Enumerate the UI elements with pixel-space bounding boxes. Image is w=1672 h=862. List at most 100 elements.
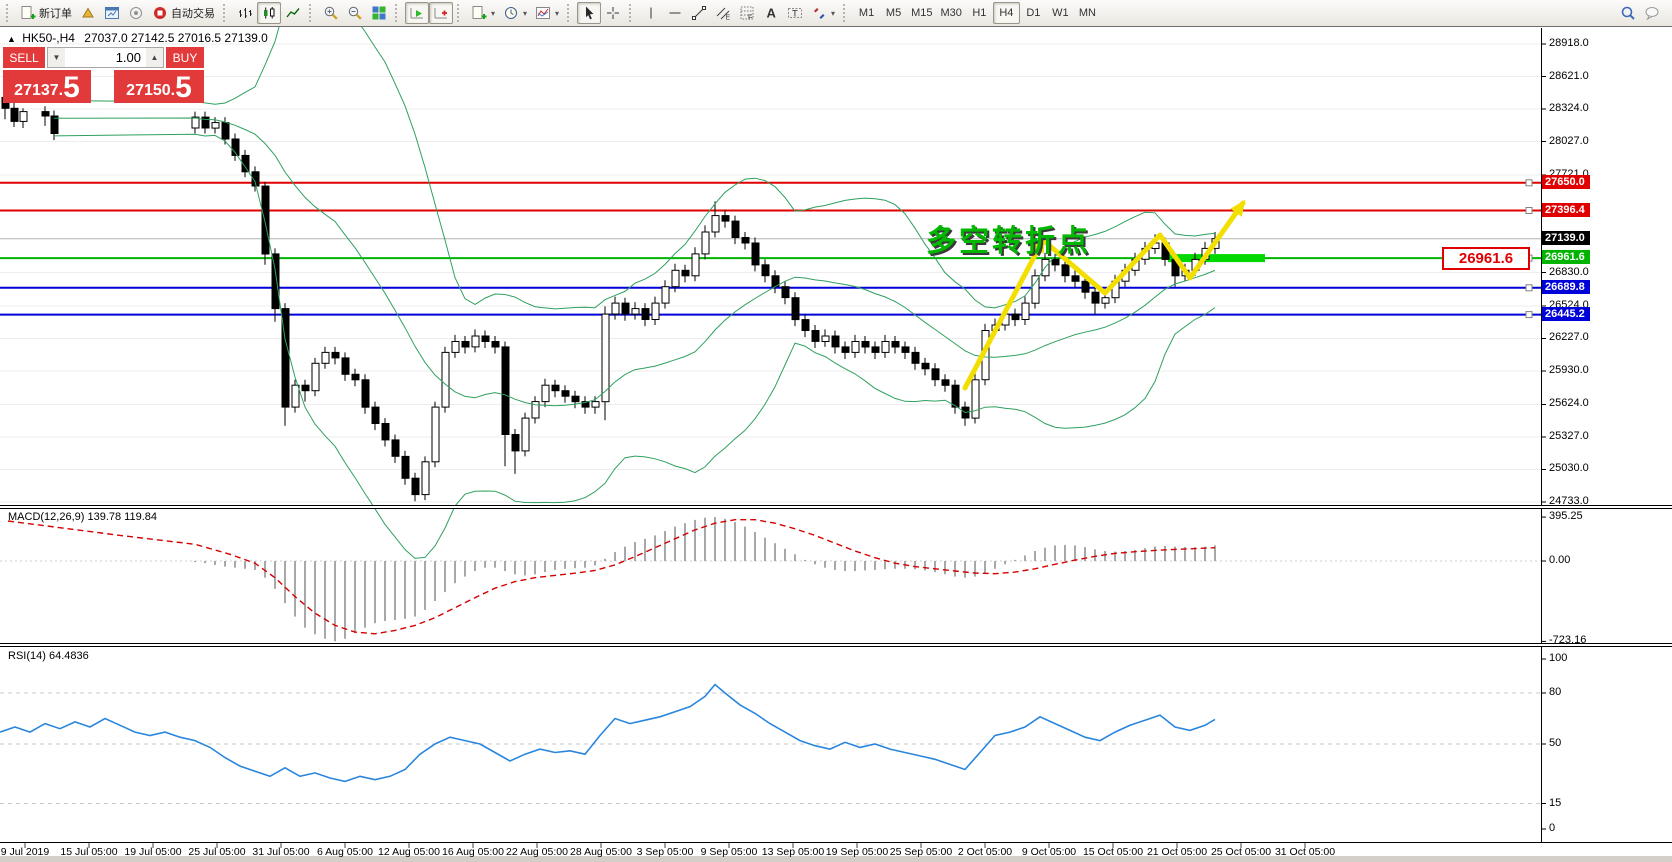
price-tick-label: 25624.0 — [1549, 397, 1589, 410]
mt4-window: 新订单 自动交易 ▾ ▾ ▾ E F A T ▾ M1 M5 M15 M30 H… — [0, 0, 1672, 862]
zoom-in-button[interactable] — [319, 2, 343, 24]
toolbar-grip[interactable] — [629, 4, 635, 22]
bar-chart-button[interactable] — [233, 2, 257, 24]
volume-stepper: ▼ ▲ — [47, 47, 164, 68]
buy-button[interactable]: BUY — [166, 47, 204, 68]
macd-indicator-label: MACD(12,26,9) 139.78 119.84 — [8, 511, 157, 523]
sell-price-panel[interactable]: 27137 . 5 — [3, 70, 91, 103]
macd-panel-divider[interactable] — [0, 505, 1672, 509]
toolbar-grip[interactable] — [567, 4, 573, 22]
chart-shift-button[interactable] — [429, 2, 453, 24]
sell-price: 27137 — [14, 82, 59, 99]
candlestick-icon — [264, 7, 275, 19]
auto-scroll-button[interactable] — [405, 2, 429, 24]
timeframe-m15-button[interactable]: M15 — [907, 2, 936, 24]
crosshair-button[interactable] — [601, 2, 625, 24]
market-watch-icon — [105, 7, 119, 19]
timeframe-d1-button[interactable]: D1 — [1020, 2, 1047, 24]
horizontal-line-button[interactable] — [663, 2, 687, 24]
cursor-button[interactable] — [577, 2, 602, 24]
search-button[interactable] — [1616, 2, 1640, 24]
price-callout-box[interactable]: 26961.6 — [1442, 247, 1530, 270]
svg-text:T: T — [792, 9, 798, 20]
timeframe-h4-button[interactable]: H4 — [992, 2, 1020, 24]
chevron-down-icon: ▾ — [555, 8, 560, 18]
volume-decrease-button[interactable]: ▼ — [48, 48, 65, 67]
arrows-icon — [814, 8, 825, 19]
text-button[interactable]: A — [759, 2, 783, 24]
symbol-period-label: HK50-,H4 — [22, 31, 75, 45]
chat-button[interactable] — [1640, 2, 1664, 24]
templates-button[interactable]: ▾ — [531, 2, 563, 24]
price-badge: 26961.6 — [1542, 250, 1590, 265]
timeframe-m1-button[interactable]: M1 — [853, 2, 880, 24]
fibonacci-button[interactable]: F — [735, 2, 759, 24]
rsi-scale-label: 15 — [1549, 796, 1562, 809]
time-axis-label: 31 Oct 05:00 — [1274, 846, 1336, 858]
volume-increase-button[interactable]: ▲ — [146, 48, 163, 67]
price-tick-label: 24733.0 — [1549, 494, 1589, 507]
text-label-button[interactable]: T — [783, 2, 807, 24]
buy-price-pips: 5 — [175, 71, 192, 104]
rsi-scale-label: 0 — [1549, 822, 1556, 834]
toolbar-grip[interactable] — [6, 4, 12, 22]
collapse-panel-icon[interactable]: ▲ — [7, 34, 16, 44]
trendline-button[interactable] — [687, 2, 711, 24]
price-badge: 27650.0 — [1542, 174, 1590, 189]
crosshair-icon — [607, 7, 620, 19]
vertical-line-icon — [650, 7, 652, 19]
price-tick-label: 28918.0 — [1549, 37, 1589, 49]
rsi-indicator-label: RSI(14) 64.4836 — [8, 650, 89, 662]
volume-input[interactable] — [65, 48, 146, 67]
buy-price-panel[interactable]: 27150 . 5 — [114, 70, 204, 103]
price-badge: 27139.0 — [1542, 230, 1590, 245]
equidistant-channel-button[interactable]: E — [711, 2, 735, 24]
auto-scroll-icon — [410, 8, 423, 19]
arrows-button[interactable]: ▾ — [807, 2, 839, 24]
macd-scale-label: 395.25 — [1549, 510, 1583, 523]
zoom-in-icon — [324, 6, 338, 20]
sell-button[interactable]: SELL — [3, 47, 45, 68]
timeframe-mn-button[interactable]: MN — [1074, 2, 1101, 24]
toolbar-grip[interactable] — [843, 4, 849, 22]
toolbar-right-group — [1616, 2, 1664, 24]
text-icon: A — [767, 6, 777, 21]
fibonacci-icon: F — [740, 6, 754, 21]
vertical-line-button[interactable] — [639, 2, 663, 24]
market-watch-button[interactable] — [100, 2, 124, 24]
indicators-button[interactable]: ▾ — [467, 2, 499, 24]
candlestick-chart-button[interactable] — [257, 2, 281, 24]
chat-icon — [1645, 7, 1659, 21]
timeframe-w1-button[interactable]: W1 — [1047, 2, 1074, 24]
alerts-button[interactable] — [124, 2, 148, 24]
chart-text-annotation[interactable]: 多空转折点 — [926, 216, 1091, 260]
template-icon — [536, 7, 551, 19]
svg-text:E: E — [726, 15, 731, 22]
new-chart-button[interactable] — [76, 2, 100, 24]
horizontal-line-icon — [669, 12, 681, 14]
rsi-panel-divider[interactable] — [0, 643, 1672, 647]
toolbar-grip[interactable] — [223, 4, 229, 22]
price-tick-label: 25930.0 — [1549, 364, 1589, 376]
periods-button[interactable]: ▾ — [499, 2, 531, 24]
timeframe-m30-button[interactable]: M30 — [936, 2, 965, 24]
price-tick-label: 28621.0 — [1549, 69, 1589, 82]
price-axis-separator — [1541, 28, 1542, 843]
timeframe-h1-button[interactable]: H1 — [966, 2, 993, 24]
ohlc-values: 27037.0 27142.5 27016.5 27139.0 — [84, 31, 268, 45]
timeframe-m5-button[interactable]: M5 — [880, 2, 907, 24]
chart-canvas[interactable] — [0, 0, 1672, 862]
toolbar-grip[interactable] — [309, 4, 315, 22]
auto-trading-button[interactable]: 自动交易 — [148, 2, 219, 24]
price-badge: 26445.2 — [1542, 306, 1590, 321]
tile-windows-button[interactable] — [367, 2, 391, 24]
zoom-out-button[interactable] — [343, 2, 367, 24]
clock-icon — [505, 7, 518, 19]
toolbar-grip[interactable] — [457, 4, 463, 22]
line-chart-button[interactable] — [281, 2, 305, 24]
new-order-button[interactable]: 新订单 — [16, 2, 76, 24]
svg-text:A: A — [767, 6, 777, 21]
toolbar-grip[interactable] — [395, 4, 401, 22]
price-tick-label: 26830.0 — [1549, 265, 1589, 278]
equidistant-channel-icon: E — [716, 7, 731, 22]
